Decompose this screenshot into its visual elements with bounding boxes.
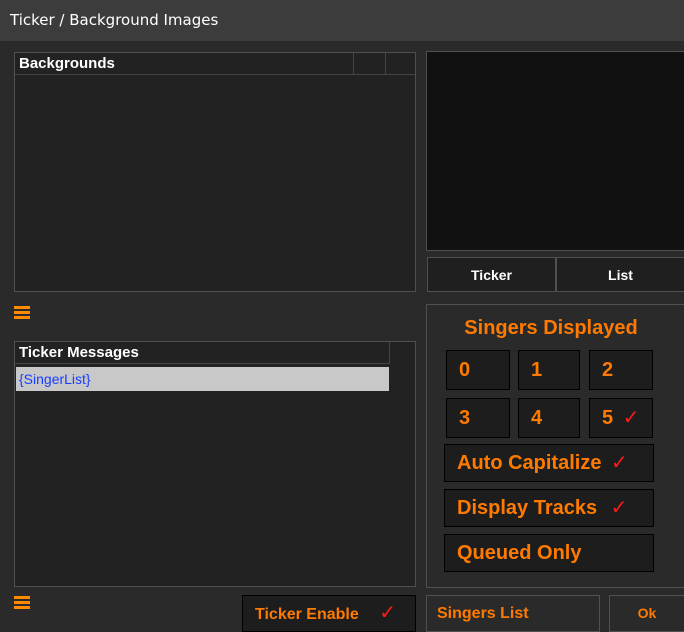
ticker-enable-toggle[interactable]: Ticker Enable ✓ — [242, 595, 416, 632]
singers-list-label: Singers List — [437, 605, 529, 622]
preview-area — [426, 51, 684, 251]
ticker-message-item[interactable]: {SingerList} — [16, 367, 389, 391]
singers-option-0-label: 0 — [459, 359, 471, 381]
auto-capitalize-label: Auto Capitalize — [457, 452, 602, 474]
singers-displayed-title: Singers Displayed — [464, 317, 638, 339]
queued-only-toggle[interactable]: Queued Only — [444, 534, 654, 572]
ticker-enable-label: Ticker Enable — [255, 606, 359, 623]
singers-option-4[interactable]: 4 — [518, 398, 580, 438]
backgrounds-header-label: Backgrounds — [19, 55, 115, 72]
ticker-messages-header: Ticker Messages — [15, 342, 390, 364]
ticker-message-item-text: {SingerList} — [19, 371, 91, 387]
ticker-messages-list[interactable]: Ticker Messages {SingerList} — [14, 341, 416, 587]
main-area: Backgrounds Ticker List Ticker Messages … — [0, 41, 684, 632]
ok-button[interactable]: Ok — [609, 595, 684, 632]
display-tracks-check-icon: ✓ — [610, 497, 628, 519]
backgrounds-header-divider-2 — [385, 53, 386, 75]
singers-option-1[interactable]: 1 — [518, 350, 580, 390]
backgrounds-list[interactable]: Backgrounds — [14, 52, 416, 292]
display-tracks-label: Display Tracks — [457, 497, 598, 519]
tab-ticker[interactable]: Ticker — [427, 257, 556, 292]
options-panel: Singers Displayed 0 1 2 3 4 5 ✓ Auto Cap… — [426, 304, 684, 588]
display-tracks-toggle[interactable]: Display Tracks ✓ — [444, 489, 654, 527]
auto-capitalize-check-icon: ✓ — [611, 452, 628, 474]
singers-option-5[interactable]: 5 ✓ — [589, 398, 653, 438]
singers-option-5-check-icon: ✓ — [622, 407, 640, 429]
queued-only-label: Queued Only — [457, 542, 582, 564]
backgrounds-header: Backgrounds — [15, 53, 415, 75]
singers-option-3[interactable]: 3 — [446, 398, 510, 438]
window-title: Ticker / Background Images — [0, 0, 684, 41]
auto-capitalize-toggle[interactable]: Auto Capitalize ✓ — [444, 444, 654, 482]
singers-option-2-label: 2 — [602, 359, 614, 381]
ok-label: Ok — [637, 605, 657, 621]
singers-option-2[interactable]: 2 — [589, 350, 653, 390]
backgrounds-menu-icon[interactable] — [14, 306, 30, 320]
singers-option-4-label: 4 — [531, 407, 543, 429]
singers-option-1-label: 1 — [531, 359, 543, 381]
ticker-enable-check-icon: ✓ — [379, 602, 396, 624]
tab-ticker-label: Ticker — [471, 267, 512, 283]
singers-list-button[interactable]: Singers List — [426, 595, 600, 632]
tab-list[interactable]: List — [556, 257, 684, 292]
singers-option-3-label: 3 — [459, 407, 471, 429]
ticker-messages-header-label: Ticker Messages — [19, 344, 139, 361]
singers-option-5-label: 5 — [602, 407, 614, 429]
singers-option-0[interactable]: 0 — [446, 350, 510, 390]
tab-list-label: List — [608, 267, 633, 283]
ticker-messages-menu-icon[interactable] — [14, 596, 30, 610]
backgrounds-header-divider — [353, 53, 354, 75]
